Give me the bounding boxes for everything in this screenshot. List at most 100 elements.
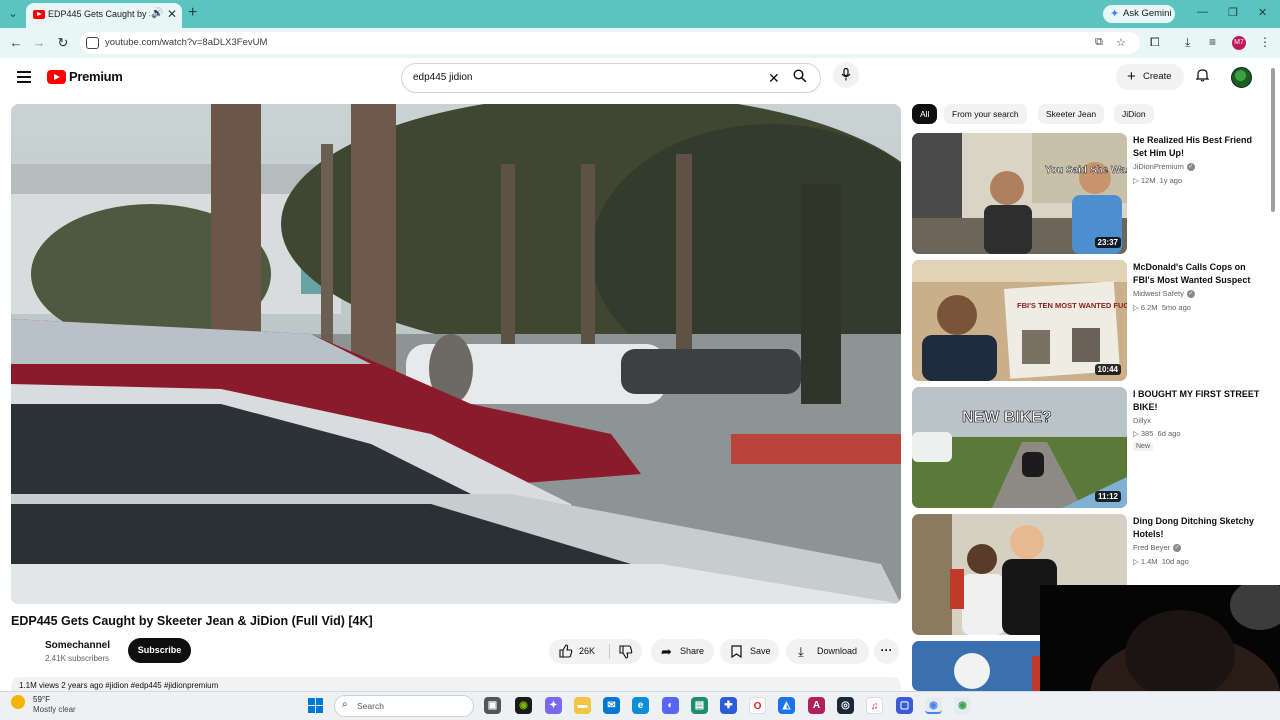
profile-avatar[interactable]: M7 <box>1232 36 1246 50</box>
more-actions-icon[interactable]: ··· <box>874 639 899 664</box>
browser-tab-active[interactable]: EDP445 Gets Caught by Skeeter Jean & JiD… <box>26 3 182 28</box>
view-count: 12M <box>1140 176 1156 185</box>
chip-from-your-search[interactable]: From your search <box>944 104 1027 124</box>
site-info-icon[interactable] <box>86 37 99 49</box>
clear-search-icon[interactable]: ✕ <box>768 70 780 86</box>
recommendation-title[interactable]: I BOUGHT MY FIRST STREET BIKE! <box>1133 388 1263 414</box>
forward-arrow-icon[interactable]: → <box>32 35 46 50</box>
chip-jidion[interactable]: JiDion <box>1114 104 1154 124</box>
hamburger-menu-icon[interactable] <box>17 71 31 86</box>
youtube-premium-logo-text[interactable]: Premium <box>69 69 123 84</box>
upload-age: 1y ago <box>1159 176 1183 185</box>
create-button[interactable]: + Create <box>1116 64 1184 90</box>
chrome-icon[interactable]: ◉ <box>925 697 942 714</box>
app-icon[interactable]: ✚ <box>720 697 737 714</box>
recommendation-item[interactable]: NEW BIKE? 11:12 I BOUGHT MY FIRST STREET… <box>912 387 1262 509</box>
page-scrollbar[interactable] <box>1271 68 1275 212</box>
notifications-bell-icon[interactable] <box>1195 68 1210 85</box>
extensions-icon[interactable]: ⧠ <box>1150 35 1160 50</box>
windows-taskbar: 59°F Mostly clear ⌕ Search ▣ ◉ ✦ ▬ ✉ e ◐… <box>0 691 1280 720</box>
audio-playing-icon[interactable]: 🔊 <box>151 8 163 19</box>
share-button[interactable]: ➦ Share <box>651 639 714 664</box>
save-button[interactable]: Save <box>720 639 779 664</box>
copilot-icon[interactable]: ✦ <box>545 697 562 714</box>
recommendation-channel[interactable]: Midwest Safety ✓ <box>1133 289 1195 299</box>
chip-skeeter-jean[interactable]: Skeeter Jean <box>1038 104 1105 124</box>
gemini-sparkle-icon: ✦ <box>1110 8 1120 20</box>
search-query[interactable]: edp445 jidion <box>413 72 473 83</box>
recommendation-thumbnail[interactable]: NEW BIKE? 11:12 <box>912 387 1127 508</box>
tab-search-chevron-icon[interactable]: ⌄ <box>6 7 20 21</box>
ask-gemini-button[interactable]: ✦ Ask Gemini <box>1103 5 1175 23</box>
channel-name[interactable]: Somechannel <box>45 640 110 651</box>
reload-icon[interactable]: ↻ <box>56 35 70 51</box>
recommendation-title[interactable]: Ding Dong Ditching Sketchy Hotels! <box>1133 515 1263 541</box>
youtube-logo-icon[interactable] <box>47 70 66 84</box>
edge-icon[interactable]: e <box>632 697 649 714</box>
url-text[interactable]: youtube.com/watch?v=8aDLX3FevUM <box>105 37 267 48</box>
account-avatar[interactable] <box>1231 67 1252 88</box>
recommendation-title[interactable]: McDonald's Calls Cops on FBI's Most Want… <box>1133 261 1263 287</box>
mail-icon[interactable]: ✉ <box>603 697 620 714</box>
media-control-icon[interactable]: ≡ <box>1209 35 1216 49</box>
omnibox[interactable]: youtube.com/watch?v=8aDLX3FevUM ⧉ ☆ <box>80 32 1140 54</box>
thumbnail-image: You Said She Was 18 <box>912 133 1127 254</box>
recommendation-channel[interactable]: JiDionPremium ✓ <box>1133 162 1195 172</box>
app-icon[interactable]: ◭ <box>778 697 795 714</box>
chip-all[interactable]: All <box>912 104 938 124</box>
browser-menu-icon[interactable]: ⋮ <box>1259 35 1271 49</box>
webcam-feed-image <box>1040 585 1280 695</box>
channel-name-text: Fred Beyer <box>1133 543 1171 552</box>
task-view-icon[interactable]: ▣ <box>484 697 501 714</box>
description-box[interactable]: 1.1M views 2 years ago #jidion #edp445 #… <box>11 677 901 691</box>
install-app-icon[interactable]: ⧉ <box>1095 36 1103 49</box>
chrome-icon[interactable]: ◉ <box>954 697 971 714</box>
bookmark-star-icon[interactable]: ☆ <box>1116 36 1126 49</box>
music-icon[interactable]: ♫ <box>866 697 883 714</box>
recommendation-thumbnail[interactable]: You Said She Was 18 23:37 <box>912 133 1127 254</box>
recommendation-item[interactable]: FBI'S TEN MOST WANTED FUGITIVE 10:44 McD… <box>912 260 1262 382</box>
nvidia-icon[interactable]: ◉ <box>515 697 532 714</box>
create-label: Create <box>1143 71 1172 82</box>
back-arrow-icon[interactable]: ← <box>9 35 23 50</box>
weather-temperature[interactable]: 59°F <box>33 695 50 704</box>
taskbar-search-box[interactable]: ⌕ Search <box>334 695 474 717</box>
discord-icon[interactable]: ◐ <box>662 697 679 714</box>
plus-icon: + <box>1127 68 1136 85</box>
taskbar-search-icon: ⌕ <box>342 699 348 710</box>
subscribe-button[interactable]: Subscribe <box>128 638 191 663</box>
app-icon[interactable]: ▢ <box>896 697 913 714</box>
weather-description[interactable]: Mostly clear <box>33 705 76 714</box>
recommendation-item[interactable]: You Said She Was 18 23:37 He Realized Hi… <box>912 133 1262 255</box>
app-icon[interactable]: ▤ <box>691 697 708 714</box>
window-close-icon[interactable]: ✕ <box>1258 6 1267 19</box>
app-icon[interactable]: A <box>808 697 825 714</box>
video-player[interactable] <box>11 104 901 604</box>
browser-tab-bar: ⌄ EDP445 Gets Caught by Skeeter Jean & J… <box>0 0 1280 28</box>
recommendation-channel[interactable]: Dillyx <box>1133 416 1151 425</box>
restore-icon[interactable]: ❐ <box>1228 6 1238 19</box>
downloads-icon[interactable]: ⤓ <box>1185 35 1190 50</box>
windows-start-icon[interactable] <box>308 698 323 713</box>
download-label: Download <box>817 646 858 656</box>
steam-icon[interactable]: ◎ <box>837 697 854 714</box>
opera-icon[interactable]: O <box>749 697 766 714</box>
recommendation-thumbnail[interactable]: FBI'S TEN MOST WANTED FUGITIVE 10:44 <box>912 260 1127 381</box>
voice-search-mic-icon[interactable] <box>833 62 859 88</box>
like-thumbs-up-icon[interactable] <box>559 639 573 666</box>
like-count[interactable]: 26K <box>579 639 595 664</box>
recommendation-title[interactable]: He Realized His Best Friend Set Him Up! <box>1133 134 1263 160</box>
search-input[interactable]: edp445 jidion ✕ <box>401 63 821 93</box>
weather-icon[interactable] <box>11 695 25 709</box>
new-tab-icon[interactable]: + <box>188 5 197 21</box>
dislike-thumbs-down-icon[interactable] <box>619 639 633 667</box>
download-button[interactable]: ⤓ Download <box>786 639 869 664</box>
view-count: 1.4M <box>1140 557 1158 566</box>
tab-close-icon[interactable]: ✕ <box>167 7 177 21</box>
minimize-icon[interactable]: — <box>1197 6 1208 18</box>
search-icon[interactable] <box>793 69 807 86</box>
file-explorer-icon[interactable]: ▬ <box>574 697 591 714</box>
verified-check-icon: ✓ <box>1173 544 1182 553</box>
channel-avatar[interactable] <box>12 638 38 664</box>
recommendation-channel[interactable]: Fred Beyer ✓ <box>1133 543 1182 553</box>
